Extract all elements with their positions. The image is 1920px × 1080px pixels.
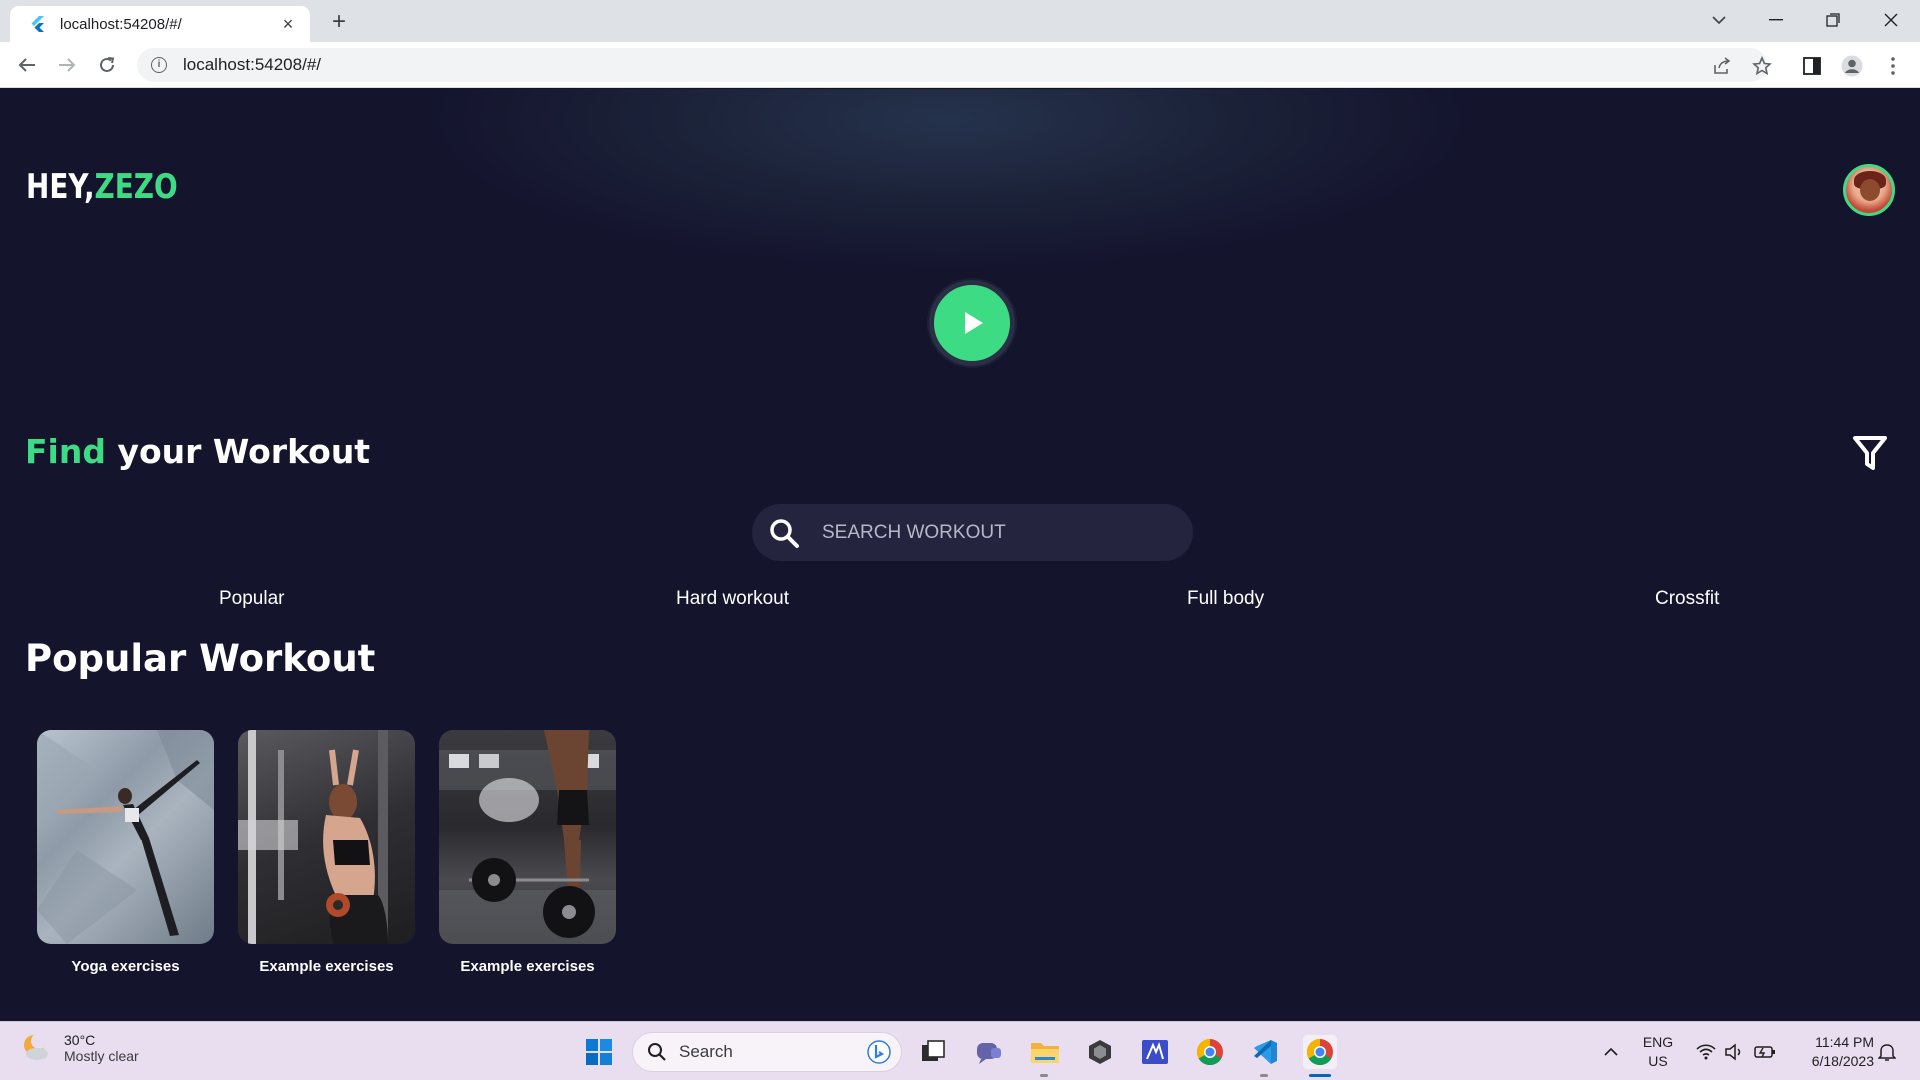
browser-tab-bar: localhost:54208/#/ × + xyxy=(0,0,1920,42)
windows-taskbar: 30°C Mostly clear Search ENG US 11:44 PM… xyxy=(0,1021,1920,1080)
user-avatar[interactable] xyxy=(1843,164,1895,216)
search-icon xyxy=(648,1043,666,1061)
workout-card-example-2[interactable]: Example exercises xyxy=(439,730,616,975)
clock-time: 11:44 PM xyxy=(1815,1034,1874,1050)
forward-arrow-icon[interactable] xyxy=(52,50,82,80)
section-title: Popular Workout xyxy=(25,637,376,680)
avatar-face xyxy=(1860,179,1880,201)
filter-button[interactable] xyxy=(1852,434,1888,474)
moon-cloud-icon xyxy=(24,1033,48,1060)
workout-card-label: Yoga exercises xyxy=(71,958,180,975)
reload-icon[interactable] xyxy=(92,50,122,80)
visual-studio-icon[interactable] xyxy=(1138,1035,1172,1069)
site-info-icon[interactable]: i xyxy=(151,57,167,73)
weather-widget[interactable]: 30°C Mostly clear xyxy=(20,1032,139,1064)
kebab-menu-icon[interactable] xyxy=(1882,55,1904,77)
file-explorer-icon[interactable] xyxy=(1028,1035,1062,1069)
new-tab-button[interactable]: + xyxy=(325,8,353,36)
volume-icon[interactable] xyxy=(1717,1035,1751,1069)
find-workout-heading: Find your Workout xyxy=(25,432,370,471)
search-icon xyxy=(770,518,799,548)
taskbar-search-label: Search xyxy=(679,1042,733,1061)
find-word: Find xyxy=(25,432,106,471)
category-hard-workout[interactable]: Hard workout xyxy=(676,588,789,610)
workout-card-example-1[interactable]: Example exercises xyxy=(238,730,415,975)
url-field[interactable]: i localhost:54208/#/ xyxy=(137,48,1767,82)
search-workout-input[interactable] xyxy=(822,521,1142,544)
profile-icon[interactable] xyxy=(1841,55,1863,77)
unity-icon[interactable] xyxy=(1083,1035,1117,1069)
search-bar[interactable] xyxy=(752,504,1193,561)
restore-icon[interactable] xyxy=(1813,4,1853,36)
teams-chat-icon[interactable] xyxy=(972,1035,1006,1069)
language-indicator[interactable]: ENG US xyxy=(1640,1033,1676,1071)
tab-title: localhost:54208/#/ xyxy=(60,15,182,33)
bookmark-star-icon[interactable] xyxy=(1751,55,1773,77)
greeting-heading: HEY,ZEZO xyxy=(26,167,178,207)
clock[interactable]: 11:44 PM 6/18/2023 xyxy=(1790,1033,1874,1071)
workout-card-label: Example exercises xyxy=(460,958,595,975)
side-panel-icon[interactable] xyxy=(1801,55,1823,77)
category-full-body[interactable]: Full body xyxy=(1187,588,1264,610)
workout-card-label: Example exercises xyxy=(259,958,394,975)
chrome-icon[interactable] xyxy=(1193,1035,1227,1069)
bing-icon xyxy=(867,1040,891,1064)
category-crossfit[interactable]: Crossfit xyxy=(1655,588,1719,610)
region-code: US xyxy=(1648,1053,1668,1069)
weather-description: Mostly clear xyxy=(64,1048,139,1064)
vscode-icon[interactable] xyxy=(1248,1035,1282,1069)
language-code: ENG xyxy=(1642,1034,1674,1050)
notification-bell-icon[interactable] xyxy=(1870,1035,1904,1069)
running-app-indicator xyxy=(1040,1074,1048,1077)
back-arrow-icon[interactable] xyxy=(12,50,42,80)
find-rest: your Workout xyxy=(105,432,371,471)
tab-close-icon[interactable]: × xyxy=(278,14,298,35)
battery-icon[interactable] xyxy=(1748,1035,1782,1069)
running-app-indicator xyxy=(1260,1074,1268,1077)
play-icon xyxy=(965,312,983,334)
url-text: localhost:54208/#/ xyxy=(183,55,321,74)
browser-tab[interactable]: localhost:54208/#/ × xyxy=(10,6,310,42)
tray-overflow-chevron-icon[interactable] xyxy=(1594,1035,1628,1069)
app-viewport: HEY,ZEZO Find your Workout Popular Hard … xyxy=(0,89,1920,1021)
clock-date: 6/18/2023 xyxy=(1811,1053,1874,1069)
share-icon[interactable] xyxy=(1711,55,1733,77)
minimize-icon[interactable] xyxy=(1756,4,1796,36)
task-view-icon[interactable] xyxy=(916,1035,950,1069)
taskbar-search[interactable]: Search xyxy=(632,1032,902,1072)
category-popular[interactable]: Popular xyxy=(219,588,285,610)
workout-card-image xyxy=(439,730,616,944)
workout-card-yoga[interactable]: Yoga exercises xyxy=(37,730,214,975)
workout-card-image xyxy=(37,730,214,944)
hero-background-image xyxy=(0,89,1920,289)
windows-start-icon[interactable] xyxy=(582,1035,616,1069)
active-app-indicator xyxy=(1309,1074,1331,1077)
close-window-icon[interactable] xyxy=(1871,4,1911,36)
workout-card-image xyxy=(238,730,415,944)
flutter-icon xyxy=(28,15,46,33)
filter-icon xyxy=(1853,436,1887,470)
greeting-username: ZEZO xyxy=(94,167,178,207)
greeting-hey: HEY, xyxy=(26,167,95,207)
play-video-button[interactable] xyxy=(929,280,1015,366)
tab-search-chevron-icon[interactable] xyxy=(1699,4,1739,36)
weather-temperature: 30°C xyxy=(64,1032,96,1048)
address-bar-row: i localhost:54208/#/ xyxy=(0,42,1920,88)
chrome-active-icon[interactable] xyxy=(1303,1035,1337,1069)
